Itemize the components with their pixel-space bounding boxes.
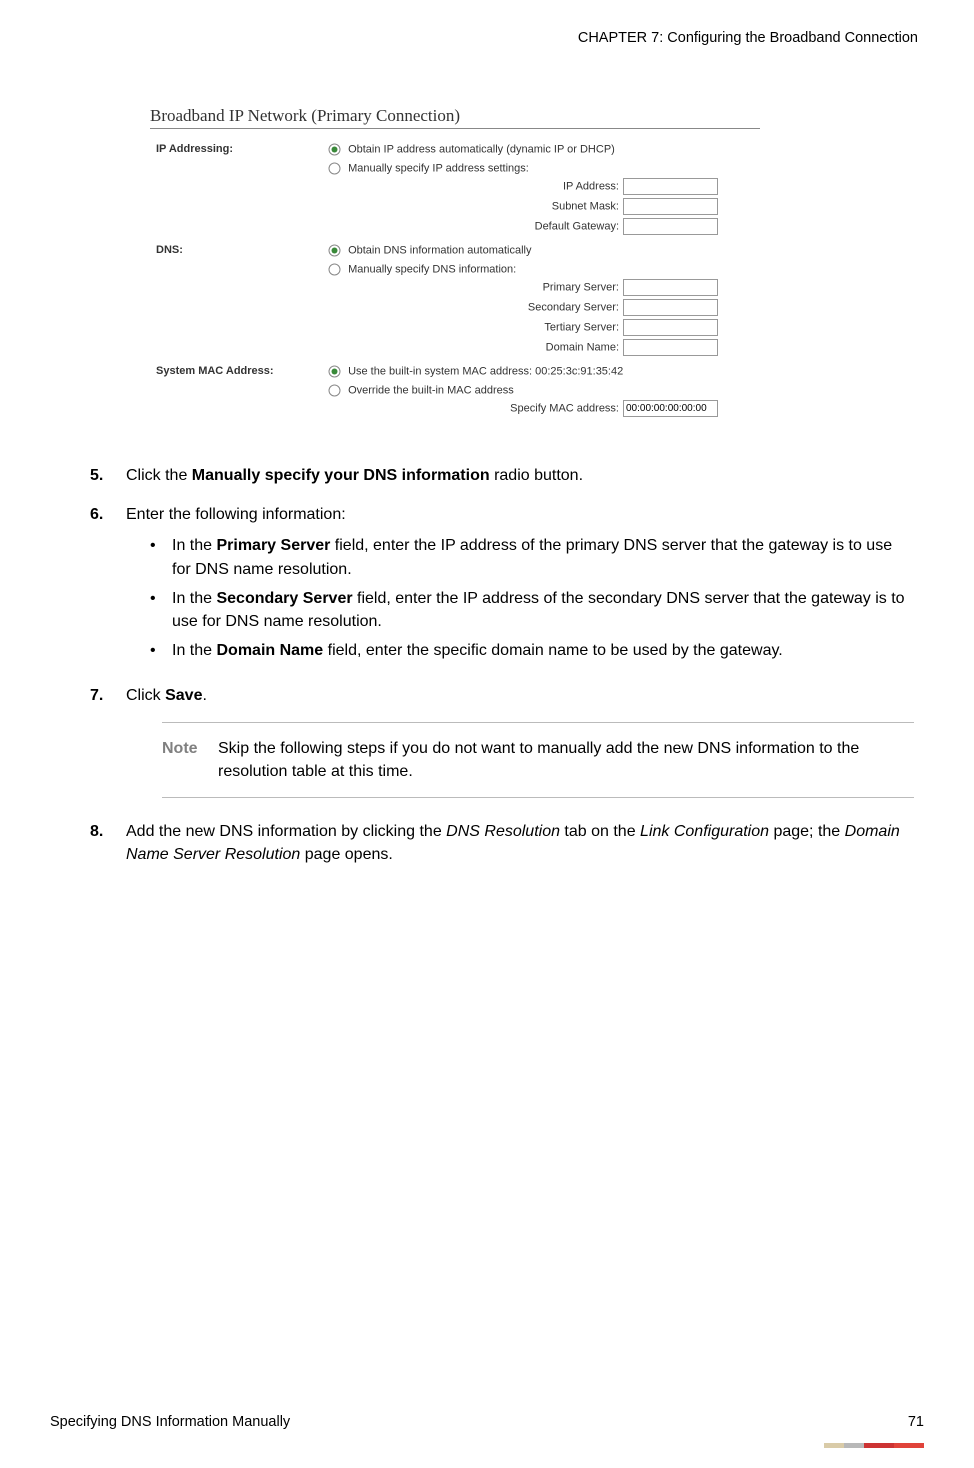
- default-gateway-label: Default Gateway:: [535, 220, 619, 232]
- text: radio button.: [490, 467, 583, 484]
- text: tab on the: [560, 823, 640, 840]
- ip-address-label: IP Address:: [563, 180, 619, 192]
- text-bold: Primary Server: [216, 537, 330, 554]
- bullet-icon: •: [150, 639, 172, 662]
- text: In the: [172, 590, 216, 607]
- text: Click the: [126, 467, 192, 484]
- text: In the: [172, 642, 216, 659]
- text: Click: [126, 687, 165, 704]
- tertiary-server-input[interactable]: [623, 319, 718, 336]
- step-6: 6. Enter the following information: • In…: [90, 503, 914, 668]
- text: In the: [172, 537, 216, 554]
- text: page; the: [769, 823, 845, 840]
- step-5: 5. Click the Manually specify your DNS i…: [90, 464, 914, 487]
- subnet-mask-input[interactable]: [623, 198, 718, 215]
- bullet-icon: •: [150, 587, 172, 633]
- ip-address-input[interactable]: [623, 178, 718, 195]
- step-8: 8. Add the new DNS information by clicki…: [90, 820, 914, 866]
- dns-auto-label: Obtain DNS information automatically: [348, 244, 531, 256]
- text-bold: Secondary Server: [216, 590, 352, 607]
- footer-stripe-icon: [824, 1443, 924, 1448]
- primary-server-input[interactable]: [623, 279, 718, 296]
- dns-label: DNS:: [152, 242, 322, 361]
- note-text: Skip the following steps if you do not w…: [218, 737, 914, 783]
- radio-selected-icon: [328, 365, 341, 378]
- text-bold: Manually specify your DNS information: [192, 467, 490, 484]
- mac-builtin-option[interactable]: Use the built-in system MAC address: 00:…: [328, 365, 748, 378]
- mac-builtin-label: Use the built-in system MAC address:: [348, 365, 535, 377]
- radio-unselected-icon: [328, 162, 341, 175]
- text-bold: Save: [165, 687, 202, 704]
- text: Add the new DNS information by clicking …: [126, 823, 446, 840]
- step-7: 7. Click Save. Note Skip the following s…: [90, 684, 914, 804]
- bullet-icon: •: [150, 534, 172, 580]
- subnet-mask-label: Subnet Mask:: [552, 200, 619, 212]
- note-block: Note Skip the following steps if you do …: [162, 722, 914, 798]
- ip-auto-option[interactable]: Obtain IP address automatically (dynamic…: [328, 143, 748, 156]
- ip-manual-option[interactable]: Manually specify IP address settings:: [328, 162, 748, 175]
- mac-builtin-value: 00:25:3c:91:35:42: [535, 365, 623, 377]
- list-item: • In the Secondary Server field, enter t…: [150, 587, 914, 633]
- text: .: [202, 687, 206, 704]
- step-number: 5.: [90, 464, 126, 487]
- specify-mac-input[interactable]: [623, 400, 718, 417]
- secondary-server-input[interactable]: [623, 299, 718, 316]
- mac-override-option[interactable]: Override the built-in MAC address: [328, 384, 748, 397]
- text: page opens.: [300, 846, 393, 863]
- step-number: 6.: [90, 503, 126, 668]
- config-form: IP Addressing: Obtain IP address automat…: [150, 139, 754, 424]
- radio-unselected-icon: [328, 384, 341, 397]
- footer-page-number: 71: [908, 1414, 924, 1430]
- specify-mac-label: Specify MAC address:: [510, 402, 619, 414]
- mac-label: System MAC Address:: [152, 363, 322, 422]
- footer-section: Specifying DNS Information Manually: [50, 1414, 290, 1430]
- page-footer: Specifying DNS Information Manually 71: [50, 1414, 924, 1430]
- mac-override-label: Override the built-in MAC address: [348, 384, 514, 396]
- config-screenshot: Broadband IP Network (Primary Connection…: [150, 106, 924, 424]
- step-number: 8.: [90, 820, 126, 866]
- step-number: 7.: [90, 684, 126, 804]
- text: Enter the following information:: [126, 503, 914, 526]
- radio-selected-icon: [328, 244, 341, 257]
- text-bold: Domain Name: [216, 642, 323, 659]
- domain-name-input[interactable]: [623, 339, 718, 356]
- list-item: • In the Primary Server field, enter the…: [150, 534, 914, 580]
- list-item: • In the Domain Name field, enter the sp…: [150, 639, 914, 662]
- ip-auto-label: Obtain IP address automatically (dynamic…: [348, 143, 615, 155]
- dns-auto-option[interactable]: Obtain DNS information automatically: [328, 244, 748, 257]
- secondary-server-label: Secondary Server:: [528, 301, 619, 313]
- radio-selected-icon: [328, 143, 341, 156]
- text: field, enter the specific domain name to…: [323, 642, 783, 659]
- chapter-header: CHAPTER 7: Configuring the Broadband Con…: [50, 30, 918, 46]
- dns-manual-label: Manually specify DNS information:: [348, 263, 516, 275]
- tertiary-server-label: Tertiary Server:: [544, 321, 619, 333]
- text-italic: Link Configuration: [640, 823, 769, 840]
- domain-name-label: Domain Name:: [546, 341, 619, 353]
- text-italic: DNS Resolution: [446, 823, 560, 840]
- default-gateway-input[interactable]: [623, 218, 718, 235]
- dns-manual-option[interactable]: Manually specify DNS information:: [328, 263, 748, 276]
- radio-unselected-icon: [328, 263, 341, 276]
- ip-addressing-label: IP Addressing:: [152, 141, 322, 240]
- primary-server-label: Primary Server:: [543, 281, 619, 293]
- ip-manual-label: Manually specify IP address settings:: [348, 162, 529, 174]
- divider: [150, 128, 760, 129]
- note-label: Note: [162, 737, 218, 783]
- screenshot-title: Broadband IP Network (Primary Connection…: [150, 106, 924, 126]
